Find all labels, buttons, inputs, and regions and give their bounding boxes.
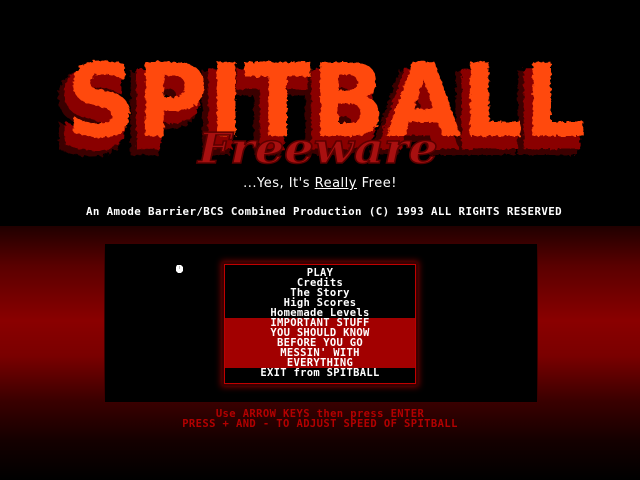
tagline-prefix: ...Yes, It's [243, 176, 315, 191]
instructions-speed: PRESS + AND - TO ADJUST SPEED OF SPITBAL… [182, 418, 458, 430]
menu-item-exit-from-spitball[interactable]: EXIT from SPITBALL [225, 368, 415, 379]
tagline: ...Yes, It's Really Free! [0, 176, 640, 191]
mouse-cursor-icon [176, 265, 183, 273]
spitball-logo: SPITBALL SPITBALL SPITBALL Freeware [51, 42, 586, 180]
tagline-emphasis: Really [314, 176, 357, 191]
main-menu: PLAY Credits The Story High Scores Homemade … [224, 264, 416, 384]
production-credits: An Amode Barrier/BCS Combined Production… [85, 205, 563, 218]
logo-subtitle: Freeware [197, 124, 438, 173]
tagline-suffix: Free! [356, 176, 397, 191]
